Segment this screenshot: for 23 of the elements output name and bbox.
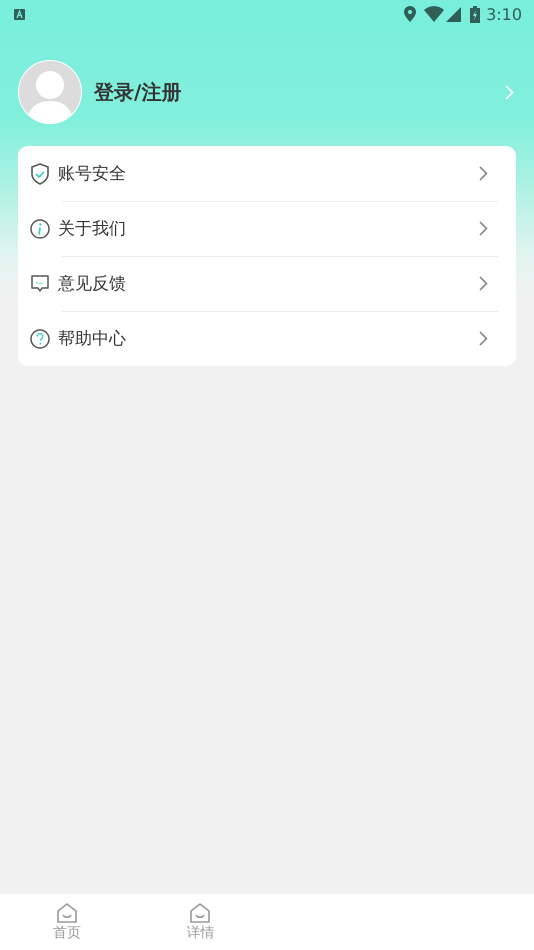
battery-icon	[470, 6, 480, 22]
login-register-link[interactable]: 登录/注册	[94, 78, 505, 106]
chevron-right-icon	[479, 166, 488, 181]
home-icon	[189, 902, 212, 922]
avatar-placeholder	[18, 60, 82, 124]
chevron-right-icon	[479, 276, 488, 291]
help-icon	[30, 328, 50, 348]
shield-check-icon	[30, 162, 50, 184]
menu-item[interactable]: 意见反馈	[58, 272, 479, 295]
home-icon	[56, 902, 78, 922]
signal-icon	[446, 6, 462, 22]
notification-icon	[14, 8, 25, 20]
chevron-right-icon	[505, 84, 514, 100]
chat-bubble-icon	[30, 274, 50, 294]
menu-item[interactable]: 账号安全	[58, 162, 479, 185]
menu-item[interactable]: 帮助中心	[58, 327, 479, 350]
chevron-right-icon	[479, 221, 488, 236]
location-icon	[404, 6, 416, 22]
wifi-icon	[424, 6, 444, 22]
chevron-right-icon	[479, 331, 488, 346]
menu-item[interactable]: 关于我们	[58, 217, 479, 240]
status-time: 3:10	[486, 4, 522, 24]
info-icon	[30, 218, 50, 238]
